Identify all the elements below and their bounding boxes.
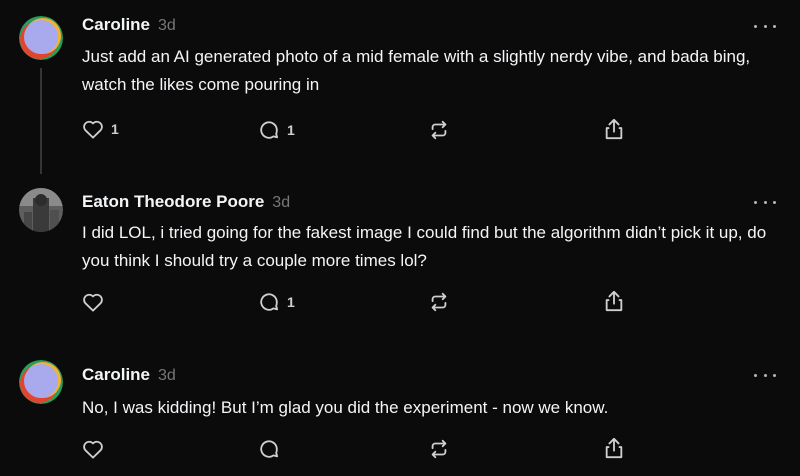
repost-icon [431,120,447,140]
comment-icon [260,293,279,311]
thread-post: Caroline 3d No, I was kidding! But I’m g… [0,355,800,476]
share-button[interactable] [603,117,625,141]
like-button[interactable] [82,292,111,312]
post-header: Caroline 3d [82,365,176,385]
repost-button[interactable] [428,119,450,141]
like-count: 1 [111,121,119,137]
reply-button[interactable]: 1 [258,291,295,313]
avatar[interactable] [19,16,63,60]
timestamp[interactable]: 3d [272,194,290,212]
avatar[interactable] [19,188,63,232]
comment-icon [260,121,279,139]
share-button[interactable] [603,436,625,460]
reply-button[interactable]: 1 [258,119,295,141]
timestamp[interactable]: 3d [158,367,176,385]
heart-icon [83,120,103,139]
thread-post: Caroline 3d Just add an AI generated pho… [0,0,800,180]
like-button[interactable] [82,439,111,459]
post-text: I did LOL, i tried going for the fakest … [82,223,767,270]
username[interactable]: Eaton Theodore Poore [82,192,264,212]
reply-button[interactable] [258,438,287,460]
share-button[interactable] [603,289,625,313]
avatar[interactable] [19,360,63,404]
timestamp[interactable]: 3d [158,17,176,35]
post-text: No, I was kidding! But I’m glad you did … [82,398,609,417]
reply-count: 1 [287,294,295,310]
share-icon [605,290,623,312]
more-icon[interactable] [754,370,776,380]
repost-icon [431,439,447,459]
post-header: Caroline 3d [82,15,176,35]
username[interactable]: Caroline [82,15,150,35]
thread-line [40,68,42,174]
repost-button[interactable] [428,291,450,313]
more-icon[interactable] [754,197,776,207]
post-text: Just add an AI generated photo of a mid … [82,47,751,94]
heart-icon [83,293,103,312]
thread-post: Eaton Theodore Poore 3d I did LOL, i tri… [0,180,800,355]
post-header: Eaton Theodore Poore 3d [82,192,290,212]
comment-icon [260,440,279,458]
heart-icon [83,440,103,459]
username[interactable]: Caroline [82,365,150,385]
share-icon [605,118,623,140]
repost-button[interactable] [428,438,450,460]
more-icon[interactable] [754,21,776,31]
repost-icon [431,292,447,312]
like-button[interactable]: 1 [82,119,119,139]
reply-count: 1 [287,122,295,138]
share-icon [605,437,623,459]
